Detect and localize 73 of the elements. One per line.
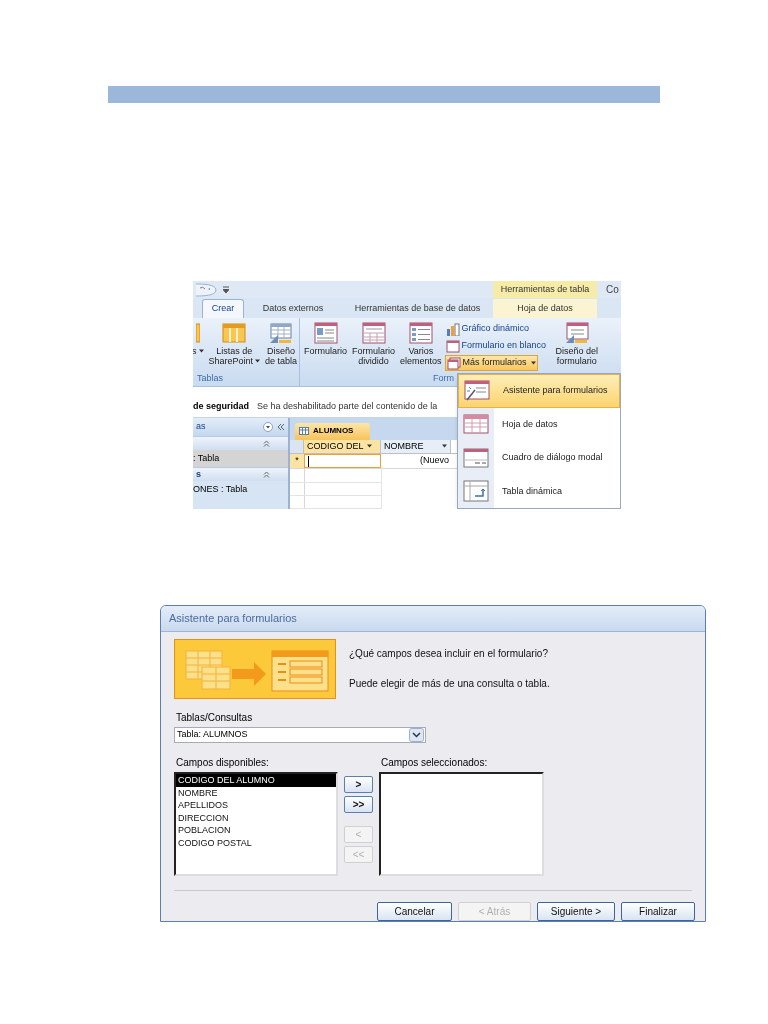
- ribbon-tab[interactable]: Crear: [202, 299, 244, 318]
- wizard-icon: [464, 379, 490, 402]
- datasheet-icon: [463, 413, 489, 436]
- table-icon: [299, 427, 309, 436]
- list-columns-icon: [222, 322, 247, 344]
- chart-icon: [445, 322, 460, 336]
- list-item[interactable]: DIRECCION: [176, 811, 336, 824]
- group-label: Tablas: [197, 373, 223, 384]
- message-text: Se ha deshabilitado parte del contenido de la: [257, 399, 438, 413]
- ribbon-tab[interactable]: Co: [606, 282, 619, 297]
- tables-dropdown[interactable]: Tabla: ALUMNOS: [174, 727, 426, 743]
- dropdown-icon: [263, 422, 273, 432]
- list-item[interactable]: POBLACION: [176, 824, 336, 837]
- contextual-tab-group: Herramientas de tabla: [493, 281, 597, 298]
- list-item[interactable]: CODIGO DEL ALUMNO: [176, 774, 336, 787]
- chevron-up-icon: [263, 440, 270, 447]
- caret-icon: [442, 444, 447, 449]
- ribbon-button[interactable]: Formulario dividido: [350, 318, 398, 366]
- nav-item[interactable]: ONES : Tabla: [193, 481, 288, 498]
- table-cell[interactable]: [304, 454, 381, 469]
- move-button[interactable]: >: [344, 776, 373, 793]
- forms-icon: [446, 356, 461, 370]
- pivot-table-icon: [463, 480, 489, 503]
- caret-icon: [366, 444, 372, 449]
- form-design-icon: [564, 322, 589, 344]
- dialog-button[interactable]: Siguiente >: [537, 902, 615, 921]
- ribbon-button[interactable]: Diseño de tabla: [263, 318, 300, 366]
- list-item[interactable]: CODIGO POSTAL: [176, 836, 336, 849]
- pane-title: as: [196, 420, 207, 434]
- ribbon-button[interactable]: Formulario: [302, 318, 349, 356]
- field-label: Campos seleccionados:: [381, 757, 488, 769]
- ribbon-button[interactable]: Más formularios: [444, 355, 538, 371]
- list-item[interactable]: NOMBRE: [176, 786, 336, 799]
- dialog-button[interactable]: Finalizar: [621, 902, 695, 921]
- menu-item[interactable]: Asistente para formularios: [458, 374, 620, 408]
- dialog-button[interactable]: Cancelar: [377, 902, 452, 921]
- redo-icon: [195, 282, 217, 297]
- blank-form-icon: [445, 339, 460, 353]
- field-label: Tablas/Consultas: [176, 712, 253, 723]
- table-cell[interactable]: (Nuevo: [381, 454, 451, 469]
- multiple-items-icon: [408, 322, 433, 344]
- chevron-up-icon: [263, 471, 270, 478]
- table-design-icon: [269, 322, 294, 344]
- ribbon-tab[interactable]: Herramientas de base de datos: [342, 299, 493, 318]
- section-header[interactable]: s: [196, 467, 201, 482]
- menu-item[interactable]: Tabla dinámica: [458, 474, 620, 508]
- window-title: Asistente para formularios: [169, 611, 297, 627]
- ribbon-button[interactable]: s: [193, 318, 206, 356]
- ribbon-button[interactable]: Gráfico dinámico: [444, 321, 531, 337]
- text-cursor: [308, 455, 309, 467]
- group-label: Form: [433, 373, 454, 384]
- table-tab[interactable]: ALUMNOS: [295, 422, 370, 440]
- collapse-icon: [277, 423, 285, 431]
- hint-text: Puede elegir de más de una consulta o tabla.: [349, 677, 550, 691]
- message-title: de seguridad: [193, 399, 249, 413]
- ribbon-button[interactable]: Diseño del formulario: [553, 318, 601, 366]
- ribbon-button[interactable]: Varios elementos: [398, 318, 444, 366]
- nav-item[interactable]: : Tabla: [193, 450, 288, 467]
- field-label: Campos disponibles:: [176, 757, 269, 768]
- ribbon-button[interactable]: Formulario en blanco: [444, 338, 548, 354]
- dialog-icon: [463, 446, 489, 469]
- list-item[interactable]: APELLIDOS: [176, 799, 336, 812]
- prompt-text: ¿Qué campos desea incluir en el formulario?: [349, 647, 549, 661]
- row-marker: *: [290, 454, 304, 469]
- menu-item[interactable]: Cuadro de diálogo modal: [458, 441, 620, 475]
- menu-item[interactable]: Hoja de datos: [458, 407, 620, 441]
- customize-icon: [223, 285, 229, 294]
- move-button[interactable]: >>: [344, 796, 373, 813]
- split-form-icon: [361, 322, 386, 344]
- ribbon-tab[interactable]: Hoja de datos: [493, 299, 597, 318]
- ribbon-button[interactable]: Listas de SharePoint: [206, 318, 263, 366]
- ribbon-tab[interactable]: Datos externos: [244, 299, 342, 318]
- form-icon: [313, 322, 338, 344]
